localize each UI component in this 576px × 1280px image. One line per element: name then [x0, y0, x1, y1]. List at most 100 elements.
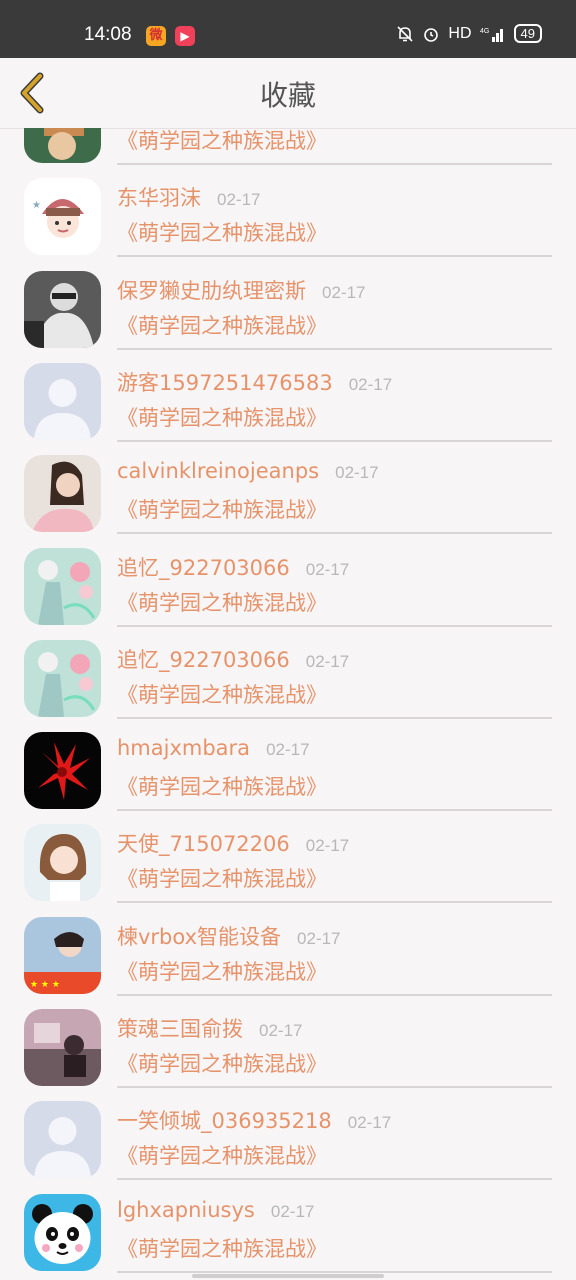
date-label: 02-17 [348, 374, 393, 394]
user-info-line: lghxapniusys 02-17 [117, 1198, 314, 1222]
svg-text:★: ★ [32, 200, 41, 211]
list-item[interactable]: 游客1597251476583 02-17 《萌学园之种族混战》 [0, 357, 576, 449]
list-item[interactable]: 保罗獭史肋纨理密斯 02-17 《萌学园之种族混战》 [0, 265, 576, 357]
avatar[interactable] [24, 270, 101, 348]
username[interactable]: 一笑倾城_036935218 [117, 1105, 332, 1135]
video-app-icon: ▶ [175, 26, 195, 46]
list-item[interactable]: 天使_715072206 02-17 《萌学园之种族混战》 [0, 818, 576, 910]
user-info-line: 一笑倾城_036935218 02-17 [117, 1105, 391, 1135]
status-time: 14:08 [84, 24, 132, 45]
divider [117, 163, 552, 165]
game-title[interactable]: 《萌学园之种族混战》 [117, 494, 327, 524]
date-label: 02-17 [266, 740, 310, 760]
list-item[interactable]: 策魂三国俞拨 02-17 《萌学园之种族混战》 [0, 1003, 576, 1095]
game-title[interactable]: 《萌学园之种族混战》 [117, 1048, 327, 1078]
date-label: 02-17 [305, 651, 350, 671]
user-info-line: 东华羽沫 02-17 [117, 182, 260, 212]
game-title[interactable]: 《萌学园之种族混战》 [117, 310, 327, 340]
date-label: 02-17 [322, 282, 366, 302]
username[interactable]: 追忆_922703066 [117, 644, 290, 674]
game-title[interactable]: 《萌学园之种族混战》 [117, 1140, 327, 1170]
username[interactable]: 保罗獭史肋纨理密斯 [117, 275, 306, 305]
game-title[interactable]: 《萌学园之种族混战》 [117, 128, 327, 155]
alarm-icon [424, 27, 439, 42]
status-indicators: HD 4G 49 [396, 24, 542, 43]
avatar[interactable] [24, 1193, 101, 1271]
game-title[interactable]: 《萌学园之种族混战》 [117, 402, 327, 432]
game-title[interactable]: 《萌学园之种族混战》 [117, 587, 327, 617]
date-label: 02-17 [335, 463, 379, 483]
list-item[interactable]: 追忆_922703066 02-17 《萌学园之种族混战》 [0, 542, 576, 634]
game-title[interactable]: 《萌学园之种族混战》 [117, 956, 327, 986]
user-info-line: 楝vrbox智能设备 02-17 [117, 921, 341, 951]
avatar[interactable]: ★ [24, 178, 101, 256]
avatar[interactable] [24, 128, 101, 163]
user-info-line: 保罗獭史肋纨理密斯 02-17 [117, 275, 365, 305]
avatar[interactable] [24, 1101, 101, 1179]
avatar[interactable] [24, 1009, 101, 1086]
divider [117, 624, 552, 627]
date-label: 02-17 [259, 1021, 303, 1040]
signal-icon: 4G [480, 28, 503, 42]
date-label: 02-17 [305, 836, 350, 856]
network-label: HD [448, 24, 472, 42]
username[interactable]: 楝vrbox智能设备 [117, 921, 281, 951]
avatar[interactable] [24, 547, 101, 625]
date-label: 02-17 [217, 190, 261, 210]
user-info-line: 追忆_922703066 02-17 [117, 552, 349, 582]
home-indicator [192, 1274, 384, 1278]
list-item[interactable]: hmajxmbara 02-17 《萌学园之种族混战》 [0, 726, 576, 818]
game-title[interactable]: 《萌学园之种族混战》 [117, 863, 327, 893]
user-info-line: 追忆_922703066 02-17 [117, 644, 349, 674]
divider [117, 1270, 552, 1273]
divider [117, 255, 552, 258]
game-title[interactable]: 《萌学园之种族混战》 [117, 1233, 327, 1263]
divider [117, 1178, 552, 1181]
mute-bell-icon [397, 25, 413, 42]
username[interactable]: 策魂三国俞拨 [117, 1013, 243, 1043]
username[interactable]: 东华羽沫 [117, 182, 201, 212]
user-info-line: hmajxmbara 02-17 [117, 736, 310, 760]
avatar[interactable] [24, 639, 101, 717]
list-item[interactable]: ★ 东华羽沫 02-17 《萌学园之种族混战》 [0, 172, 576, 264]
divider [117, 1086, 552, 1088]
date-label: 02-17 [297, 928, 341, 948]
date-label: 02-17 [305, 559, 350, 579]
list-item[interactable]: 《萌学园之种族混战》 [0, 128, 576, 172]
username[interactable]: 追忆_922703066 [117, 552, 290, 582]
divider [117, 532, 552, 535]
favorites-list[interactable]: 《萌学园之种族混战》 ★ 东华羽沫 02-17 《萌学园之种族混战》 保罗獭史肋纨理密斯 0… [0, 128, 576, 1280]
username[interactable]: 游客1597251476583 [117, 367, 333, 397]
list-item[interactable]: 一笑倾城_036935218 02-17 《萌学园之种族混战》 [0, 1095, 576, 1187]
avatar[interactable] [24, 455, 101, 533]
username[interactable]: hmajxmbara [117, 736, 250, 760]
list-item[interactable]: calvinklreinojeanps 02-17 《萌学园之种族混战》 [0, 449, 576, 541]
divider [117, 809, 552, 812]
avatar[interactable] [24, 824, 101, 902]
game-title[interactable]: 《萌学园之种族混战》 [117, 217, 327, 247]
header: 收藏 [0, 58, 576, 129]
divider [117, 716, 552, 719]
game-title[interactable]: 《萌学园之种族混战》 [117, 771, 327, 801]
user-info-line: 游客1597251476583 02-17 [117, 367, 392, 397]
date-label: 02-17 [347, 1113, 392, 1133]
avatar[interactable] [24, 732, 101, 810]
username[interactable]: calvinklreinojeanps [117, 459, 319, 483]
user-info-line: 策魂三国俞拨 02-17 [117, 1013, 302, 1043]
avatar[interactable] [24, 362, 101, 440]
divider [117, 901, 552, 904]
divider [117, 347, 552, 350]
list-item[interactable]: ★ ★ ★ 楝vrbox智能设备 02-17 《萌学园之种族混战》 [0, 911, 576, 1003]
page-title: 收藏 [259, 79, 316, 112]
svg-text:4G: 4G [480, 28, 489, 35]
username[interactable]: lghxapniusys [117, 1198, 255, 1222]
status-bar: 14:08 微 ▶ HD 4G 49 [0, 0, 576, 58]
avatar[interactable]: ★ ★ ★ [24, 916, 101, 994]
weibo-icon: 微 [146, 26, 166, 46]
date-label: 02-17 [270, 1201, 315, 1221]
list-item[interactable]: lghxapniusys 02-17 《萌学园之种族混战》 [0, 1188, 576, 1280]
list-item[interactable]: 追忆_922703066 02-17 《萌学园之种族混战》 [0, 634, 576, 726]
username[interactable]: 天使_715072206 [117, 828, 290, 858]
game-title[interactable]: 《萌学园之种族混战》 [117, 679, 327, 709]
user-info-line: 天使_715072206 02-17 [117, 828, 349, 858]
